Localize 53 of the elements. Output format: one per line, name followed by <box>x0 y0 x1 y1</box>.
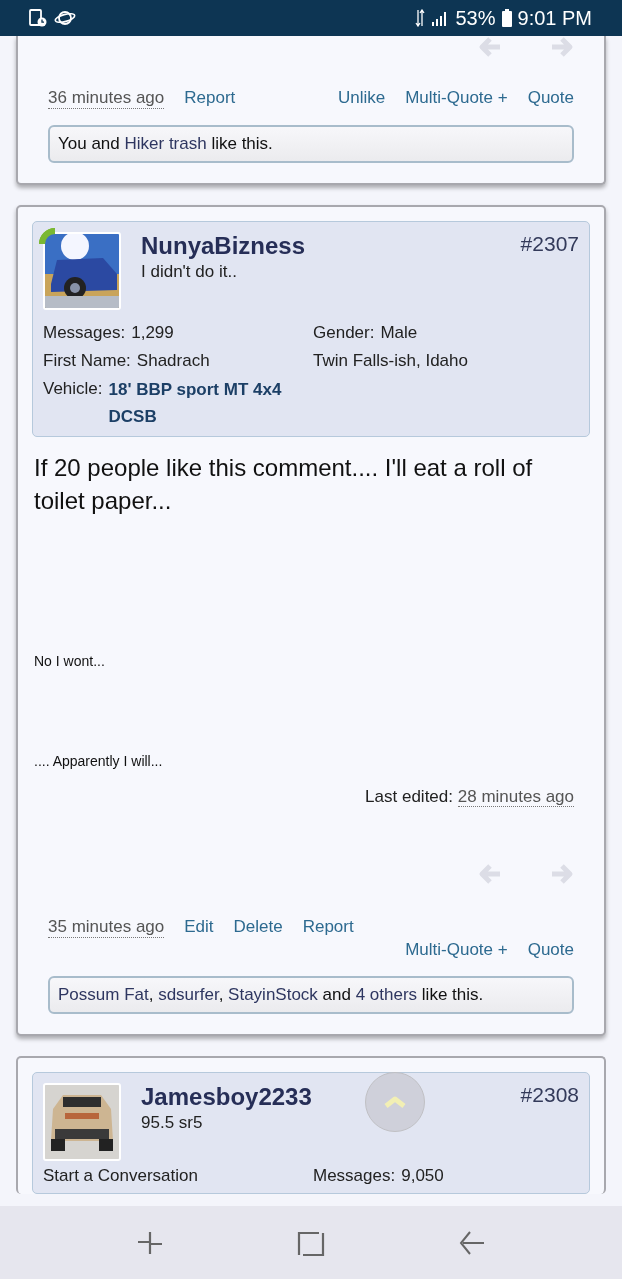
post-time: 35 minutes ago <box>48 917 165 938</box>
username-link[interactable]: Jamesboy2233 <box>141 1083 501 1111</box>
arrow-right-icon[interactable] <box>550 863 574 885</box>
user-link[interactable]: sdsurfer <box>158 985 219 1004</box>
arrow-left-icon[interactable] <box>478 36 502 58</box>
field-value: Male <box>380 322 418 344</box>
edited-label: Last edited: <box>365 787 453 806</box>
user-link[interactable]: 4 others <box>355 985 418 1004</box>
edited-time: 28 minutes ago <box>457 787 574 807</box>
message-text: If 20 people like this comment.... I'll eat a roll of toilet paper... <box>34 453 534 516</box>
post-action-link[interactable]: Multi-Quote + <box>405 940 508 960</box>
user-link[interactable]: Possum Fat <box>58 985 149 1004</box>
field-label: First Name: <box>43 350 131 372</box>
field-label: Messages: <box>43 322 126 344</box>
field-label: Messages: <box>313 1165 396 1187</box>
username-link[interactable]: NunyaBizness <box>141 232 501 260</box>
post-action-link[interactable]: Report <box>302 917 354 938</box>
field-value: Shadrach <box>136 350 210 372</box>
data-arrows-icon <box>415 9 426 27</box>
post-action-link[interactable]: Quote <box>527 88 574 108</box>
user-link[interactable]: Hiker trash <box>124 134 207 153</box>
likes-text: You and Hiker trash like this. <box>58 134 274 154</box>
user-title: 95.5 sr5 <box>141 1113 204 1133</box>
field-value: 9,050 <box>401 1165 444 1187</box>
post-number-link[interactable]: #2307 <box>520 232 579 256</box>
user-link[interactable]: StayinStock <box>228 985 318 1004</box>
battery-percent: 53% <box>455 6 496 30</box>
field-value: 1,299 <box>131 322 174 344</box>
post-time: 36 minutes ago <box>48 88 165 109</box>
arrow-right-icon[interactable] <box>550 36 574 58</box>
field-label: Vehicle: <box>43 378 103 400</box>
post-action-link[interactable]: Report <box>184 88 236 109</box>
likes-text: Possum Fat, sdsurfer, StayinStock and 4 others like this. <box>58 985 485 1005</box>
online-indicator-icon <box>39 228 55 244</box>
post-action-link[interactable]: Multi-Quote + <box>405 88 508 108</box>
tablet-clock-icon <box>28 8 48 28</box>
clock-time: 9:01 PM <box>517 6 592 30</box>
planet-icon <box>54 9 76 27</box>
field-link[interactable]: 18' BBP sport MT 4x4 DCSB <box>108 376 313 430</box>
user-title: I didn't do it.. <box>141 262 238 282</box>
post-action-link[interactable]: Quote <box>527 940 574 960</box>
post-action-link[interactable]: Delete <box>233 917 283 938</box>
field-label: Gender: <box>313 322 375 344</box>
field-value: Start a Conversation <box>43 1165 198 1187</box>
post-action-link[interactable]: Unlike <box>337 88 386 108</box>
post-action-link[interactable]: Edit <box>184 917 214 938</box>
message-text: .... Apparently I will... <box>34 753 164 769</box>
post-number-link[interactable]: #2308 <box>520 1083 579 1107</box>
chevron-up-icon <box>383 1095 407 1109</box>
field-value: Twin Falls-ish, Idaho <box>313 350 468 372</box>
arrow-left-icon[interactable] <box>478 863 502 885</box>
message-text: No I wont... <box>34 653 106 669</box>
battery-icon <box>501 9 512 27</box>
